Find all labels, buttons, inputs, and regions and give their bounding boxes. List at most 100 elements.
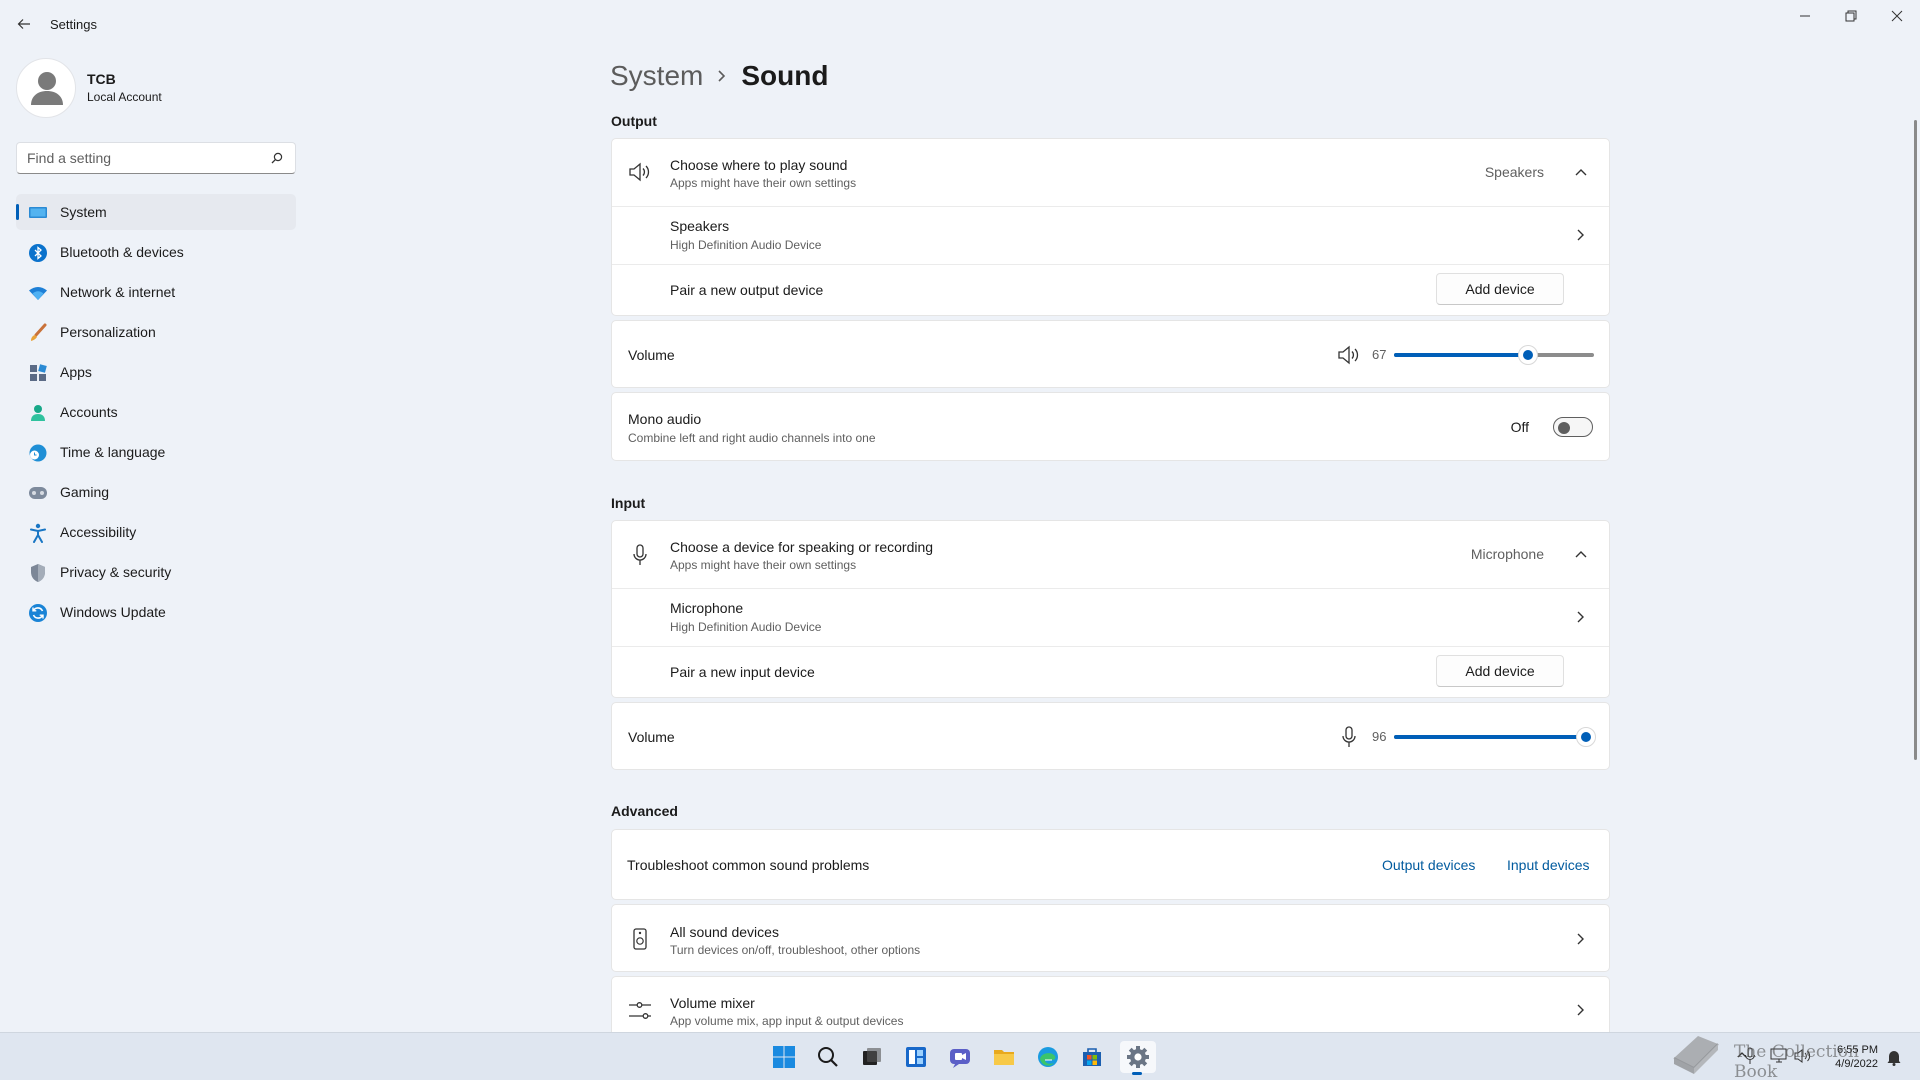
choose-input-row[interactable]: Choose a device for speaking or recordin… (612, 521, 1609, 588)
sidebar-item-label: Accessibility (60, 524, 137, 540)
sidebar-item-windows-update[interactable]: Windows Update (16, 594, 296, 630)
minimize-button[interactable] (1785, 6, 1825, 26)
breadcrumb-parent[interactable]: System (610, 60, 703, 92)
output-volume-slider[interactable] (1394, 345, 1594, 365)
sidebar-item-label: Bluetooth & devices (60, 244, 184, 260)
output-volume-value: 67 (1372, 347, 1387, 362)
microphone-icon[interactable] (1337, 725, 1361, 749)
chevron-right-icon[interactable] (1573, 931, 1589, 947)
wifi-icon (28, 283, 48, 303)
user-name: TCB (87, 71, 116, 87)
output-volume-card: Volume 67 (611, 320, 1610, 388)
pair-output-label: Pair a new output device (670, 282, 824, 298)
output-volume-label: Volume (628, 347, 675, 363)
mono-audio-title: Mono audio (628, 411, 702, 427)
choose-output-row[interactable]: Choose where to play sound Apps might ha… (612, 139, 1609, 206)
speaker-device-icon (628, 927, 652, 951)
sidebar-item-bluetooth[interactable]: Bluetooth & devices (16, 234, 296, 270)
sidebar-item-label: Privacy & security (60, 564, 172, 580)
sidebar-item-personalization[interactable]: Personalization (16, 314, 296, 350)
bluetooth-icon (28, 243, 48, 263)
sidebar-item-system[interactable]: System (16, 194, 296, 230)
settings-gear-icon[interactable] (1120, 1041, 1156, 1075)
input-volume-slider[interactable] (1394, 727, 1596, 747)
title-bar: Settings (0, 0, 1920, 48)
app-title: Settings (50, 17, 97, 32)
selected-input-value: Microphone (1470, 546, 1544, 562)
breadcrumb: System Sound (610, 54, 828, 98)
sidebar-item-time-language[interactable]: Time & language (16, 434, 296, 470)
start-windows-icon[interactable] (768, 1041, 800, 1073)
back-arrow-icon[interactable] (14, 14, 34, 34)
user-profile[interactable]: TCB Local Account (16, 56, 296, 118)
chat-icon[interactable] (944, 1041, 976, 1073)
sidebar-item-privacy[interactable]: Privacy & security (16, 554, 296, 590)
sidebar-item-accounts[interactable]: Accounts (16, 394, 296, 430)
speaker-icon (628, 160, 652, 184)
chevron-right-icon[interactable] (1573, 609, 1589, 625)
sidebar-item-label: Accounts (60, 404, 118, 420)
slider-fill (1394, 353, 1528, 357)
output-device-card: Choose where to play sound Apps might ha… (611, 138, 1610, 316)
input-devices-link[interactable]: Input devices (1507, 857, 1590, 873)
mono-audio-toggle[interactable] (1553, 417, 1593, 437)
sidebar-item-gaming[interactable]: Gaming (16, 474, 296, 510)
output-section-title: Output (611, 113, 657, 129)
advanced-section-title: Advanced (611, 803, 678, 819)
add-input-device-button[interactable]: Add device (1436, 655, 1564, 687)
troubleshoot-card: Troubleshoot common sound problems Outpu… (611, 829, 1610, 900)
all-sound-devices-subtitle: Turn devices on/off, troubleshoot, other… (670, 943, 921, 957)
search-input[interactable] (17, 143, 257, 173)
scrollbar[interactable] (1914, 120, 1917, 760)
gamepad-icon (28, 483, 48, 503)
microphone-title: Microphone (670, 600, 744, 616)
task-view-icon[interactable] (856, 1041, 888, 1073)
sidebar-item-label: Gaming (60, 484, 110, 500)
pair-input-row: Pair a new input device Add device (612, 647, 1609, 699)
output-devices-link[interactable]: Output devices (1382, 857, 1475, 873)
slider-thumb[interactable] (1518, 345, 1538, 365)
close-button[interactable] (1877, 6, 1917, 26)
book-icon (1673, 1036, 1719, 1074)
all-sound-devices-title: All sound devices (670, 924, 779, 940)
troubleshoot-label: Troubleshoot common sound problems (627, 857, 870, 873)
sidebar-item-label: Windows Update (60, 604, 166, 620)
sidebar-item-network[interactable]: Network & internet (16, 274, 296, 310)
update-icon (28, 603, 48, 623)
input-section-title: Input (611, 495, 646, 511)
speakers-title: Speakers (670, 218, 730, 234)
search-icon[interactable] (812, 1041, 844, 1073)
restore-button[interactable] (1831, 6, 1871, 26)
search-box[interactable] (16, 142, 296, 174)
microphone-device-row[interactable]: Microphone High Definition Audio Device (612, 589, 1609, 646)
volume-mixer-row[interactable]: Volume mixer App volume mix, app input &… (611, 976, 1610, 1032)
accessibility-icon (28, 523, 48, 543)
search-icon[interactable] (271, 152, 283, 164)
widgets-icon[interactable] (900, 1041, 932, 1073)
microphone-subtitle: High Definition Audio Device (670, 620, 822, 634)
store-icon[interactable] (1076, 1041, 1108, 1073)
all-sound-devices-row[interactable]: All sound devices Turn devices on/off, t… (611, 904, 1610, 972)
add-output-device-button[interactable]: Add device (1436, 273, 1564, 305)
watermark: The Collection Book (1668, 1028, 1898, 1080)
breadcrumb-chevron-icon (717, 69, 727, 83)
chevron-right-icon[interactable] (1573, 227, 1589, 243)
active-indicator (1132, 1072, 1142, 1075)
speaker-icon[interactable] (1337, 343, 1361, 367)
speakers-device-row[interactable]: Speakers High Definition Audio Device (612, 207, 1609, 264)
mixer-icon (628, 999, 652, 1023)
sidebar-item-label: System (60, 204, 107, 220)
edge-browser-icon[interactable] (1032, 1041, 1064, 1073)
mono-audio-state: Off (1510, 419, 1529, 435)
sidebar-item-apps[interactable]: Apps (16, 354, 296, 390)
selected-output-value: Speakers (1484, 164, 1544, 180)
slider-thumb[interactable] (1576, 727, 1596, 747)
file-explorer-icon[interactable] (988, 1041, 1020, 1073)
sidebar-item-accessibility[interactable]: Accessibility (16, 514, 296, 550)
system-icon (28, 203, 48, 223)
chevron-up-icon[interactable] (1573, 546, 1589, 562)
pair-input-label: Pair a new input device (670, 664, 815, 680)
sidebar-item-label: Personalization (60, 324, 156, 340)
chevron-up-icon[interactable] (1573, 164, 1589, 180)
chevron-right-icon[interactable] (1573, 1002, 1589, 1018)
